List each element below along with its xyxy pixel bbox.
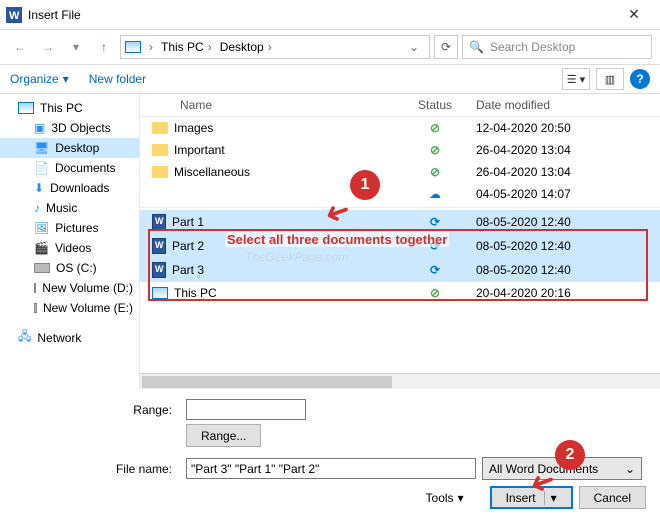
videos-icon: 🎬 [34,241,49,255]
network-icon: 🖧 [18,327,31,348]
window-title: Insert File [28,8,81,22]
toolbar: Organize▾ New folder ☰ ▾ ▥ ? [0,64,660,94]
objects3d-icon: ▣ [34,121,45,135]
chevron-down-icon: ▾ [63,72,69,86]
documents-icon: 📄 [34,161,49,175]
organize-menu[interactable]: Organize▾ [10,72,69,86]
col-date[interactable]: Date modified [470,98,660,112]
back-button[interactable]: ← [8,35,32,59]
folder-icon [152,144,168,156]
folder-icon [152,122,168,134]
file-row-important[interactable]: Important ⊘ 26-04-2020 13:04 [140,139,660,161]
sidebar: This PC ▣3D Objects 🖥Desktop 📄Documents … [0,94,140,389]
word-app-icon: W [6,7,22,23]
refresh-button[interactable]: ⟳ [434,35,458,59]
tools-menu[interactable]: Tools▾ [426,491,464,505]
status-ok-icon: ⊘ [430,143,440,157]
svg-text:W: W [9,10,20,22]
search-box[interactable]: 🔍 Search Desktop [462,35,652,59]
sidebar-item-osc[interactable]: OS (C:) [0,258,139,278]
range-input[interactable] [186,399,306,420]
file-row-misc[interactable]: Miscellaneous ⊘ 26-04-2020 13:04 [140,161,660,183]
sidebar-item-documents[interactable]: 📄Documents [0,158,139,178]
new-folder-button[interactable]: New folder [89,72,146,86]
file-row-part1[interactable]: Part 1 ⟳ 08-05-2020 12:40 [140,210,660,234]
sidebar-item-vold[interactable]: New Volume (D:) [0,278,139,298]
annotation-callout-2: 2 [555,440,585,470]
range-button[interactable]: Range... [186,424,261,447]
forward-button[interactable]: → [36,35,60,59]
search-placeholder: Search Desktop [490,40,575,54]
help-button[interactable]: ? [630,69,650,89]
annotation-text: Select all three documents together [225,232,449,247]
sidebar-item-downloads[interactable]: ⬇Downloads [0,178,139,198]
pc-icon [125,41,141,53]
file-row-cloud[interactable]: ☁ 04-05-2020 14:07 [140,183,660,205]
recent-dropdown[interactable]: ▾ [64,35,88,59]
col-name[interactable]: Name [140,98,400,112]
view-options-button[interactable]: ☰ ▾ [562,68,590,90]
status-ok-icon: ⊘ [430,286,440,300]
sidebar-item-pictures[interactable]: 🖼Pictures [0,218,139,238]
word-doc-icon [152,238,166,254]
annotation-callout-1: 1 [350,170,380,200]
sidebar-item-videos[interactable]: 🎬Videos [0,238,139,258]
file-row-images[interactable]: Images ⊘ 12-04-2020 20:50 [140,117,660,139]
sidebar-item-music[interactable]: ♪Music [0,198,139,218]
chevron-down-icon: ⌄ [625,462,635,476]
desktop-icon: 🖥 [34,141,49,155]
horizontal-scrollbar[interactable] [140,373,660,389]
disk-icon [34,283,36,293]
crumb-desktop[interactable]: Desktop [220,40,276,54]
crumb-root[interactable] [145,40,157,54]
sidebar-item-thispc[interactable]: This PC [0,98,139,118]
crumb-thispc[interactable]: This PC [161,40,216,54]
chevron-down-icon: ▾ [458,491,464,505]
sidebar-item-desktop[interactable]: 🖥Desktop [0,138,139,158]
disk-icon [34,303,37,313]
search-icon: 🔍 [469,40,484,54]
filename-label: File name: [10,462,180,476]
folder-icon [152,166,168,178]
title-bar: W Insert File ✕ [0,0,660,30]
status-ok-icon: ⊘ [430,165,440,179]
cancel-button[interactable]: Cancel [579,486,646,509]
disk-icon [34,263,50,273]
music-icon: ♪ [34,201,40,215]
filename-input[interactable] [186,458,476,479]
nav-row: ← → ▾ ↑ This PC Desktop ⌄ ⟳ 🔍 Search Des… [0,30,660,64]
status-cloud-icon: ☁ [429,187,441,201]
word-doc-icon [152,214,166,230]
col-status[interactable]: Status [400,98,470,112]
address-bar[interactable]: This PC Desktop ⌄ [120,35,430,59]
close-button[interactable]: ✕ [614,6,654,23]
file-row-part3[interactable]: Part 3 ⟳ 08-05-2020 12:40 [140,258,660,282]
watermark: TheGeekPage.com [245,250,348,264]
up-button[interactable]: ↑ [92,35,116,59]
sidebar-item-network[interactable]: 🖧Network [0,324,139,351]
pc-icon [18,102,34,114]
sidebar-item-vole[interactable]: New Volume (E:) [0,298,139,318]
preview-pane-button[interactable]: ▥ [596,68,624,90]
pictures-icon: 🖼 [34,221,49,235]
range-label: Range: [10,403,180,417]
pc-icon [152,287,168,299]
status-sync-icon: ⟳ [430,263,440,277]
file-row-thispc[interactable]: This PC ⊘ 20-04-2020 20:16 [140,282,660,304]
file-view-header: Name Status Date modified [140,94,660,117]
word-doc-icon [152,262,166,278]
address-dropdown[interactable]: ⌄ [403,40,425,54]
downloads-icon: ⬇ [34,181,44,195]
sidebar-item-3dobjects[interactable]: ▣3D Objects [0,118,139,138]
status-ok-icon: ⊘ [430,121,440,135]
status-sync-icon: ⟳ [430,215,440,229]
